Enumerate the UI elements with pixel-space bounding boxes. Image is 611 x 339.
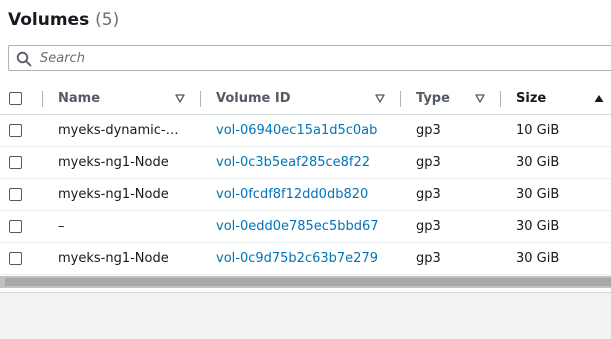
volume-name: –	[58, 219, 65, 234]
volume-id-link[interactable]: vol-0fcdf8f12dd0db820	[216, 179, 396, 210]
row-checkbox[interactable]	[9, 188, 22, 201]
volume-id-link[interactable]: vol-0c3b5eaf285ce8f22	[216, 147, 396, 178]
page-title: Volumes	[8, 10, 90, 30]
column-divider[interactable]	[500, 91, 501, 107]
table-row[interactable]: myeks-dynamic-… vol-06940ec15a1d5c0ab gp…	[0, 115, 611, 147]
volume-name: myeks-ng1-Node	[58, 187, 169, 202]
sort-ascending-icon[interactable]	[594, 94, 604, 103]
volume-type: gp3	[416, 155, 441, 170]
table-header-row: Name Volume ID Type Size	[0, 83, 611, 115]
table-row[interactable]: myeks-ng1-Node vol-0c9d75b2c63b7e279 gp3…	[0, 243, 611, 275]
select-all-checkbox[interactable]	[9, 92, 22, 105]
table-row[interactable]: – vol-0edd0e785ec5bbd67 gp3 30 GiB	[0, 211, 611, 243]
caret-down-outline-icon[interactable]	[175, 94, 185, 103]
volume-type: gp3	[416, 219, 441, 234]
footer-area	[0, 292, 611, 339]
column-divider[interactable]	[200, 91, 201, 107]
volume-type: gp3	[416, 251, 441, 266]
caret-down-outline-icon[interactable]	[375, 94, 385, 103]
search-input[interactable]	[40, 47, 600, 69]
caret-down-outline-icon[interactable]	[475, 94, 485, 103]
row-checkbox[interactable]	[9, 124, 22, 137]
volumes-panel: Volumes (5) Name Volume ID Type	[0, 0, 611, 339]
volume-size: 30 GiB	[516, 219, 560, 234]
row-checkbox[interactable]	[9, 156, 22, 169]
volumes-table: Name Volume ID Type Size myeks-dynamic-…	[0, 83, 611, 275]
volume-size: 30 GiB	[516, 251, 560, 266]
volume-id-link[interactable]: vol-06940ec15a1d5c0ab	[216, 115, 396, 146]
volume-size: 30 GiB	[516, 187, 560, 202]
volume-id-link[interactable]: vol-0edd0e785ec5bbd67	[216, 211, 396, 242]
column-header-name[interactable]: Name	[58, 83, 183, 114]
volume-count: (5)	[95, 10, 120, 30]
table-row[interactable]: myeks-ng1-Node vol-0fcdf8f12dd0db820 gp3…	[0, 179, 611, 211]
volume-size: 30 GiB	[516, 155, 560, 170]
row-checkbox[interactable]	[9, 252, 22, 265]
volume-name: myeks-ng1-Node	[58, 155, 169, 170]
search-icon	[16, 51, 32, 67]
volume-type: gp3	[416, 187, 441, 202]
volume-id-link[interactable]: vol-0c9d75b2c63b7e279	[216, 243, 396, 274]
scrollbar-thumb[interactable]	[5, 278, 611, 286]
column-divider[interactable]	[42, 91, 43, 107]
volume-name: myeks-dynamic-…	[58, 123, 179, 138]
column-header-size[interactable]: Size	[516, 83, 606, 114]
row-checkbox[interactable]	[9, 220, 22, 233]
table-row[interactable]: myeks-ng1-Node vol-0c3b5eaf285ce8f22 gp3…	[0, 147, 611, 179]
column-header-volume-id[interactable]: Volume ID	[216, 83, 396, 114]
column-divider[interactable]	[400, 91, 401, 107]
page-header: Volumes (5)	[8, 10, 119, 36]
volume-name: myeks-ng1-Node	[58, 251, 169, 266]
volume-type: gp3	[416, 123, 441, 138]
volume-size: 10 GiB	[516, 123, 560, 138]
search-box[interactable]	[8, 45, 611, 71]
